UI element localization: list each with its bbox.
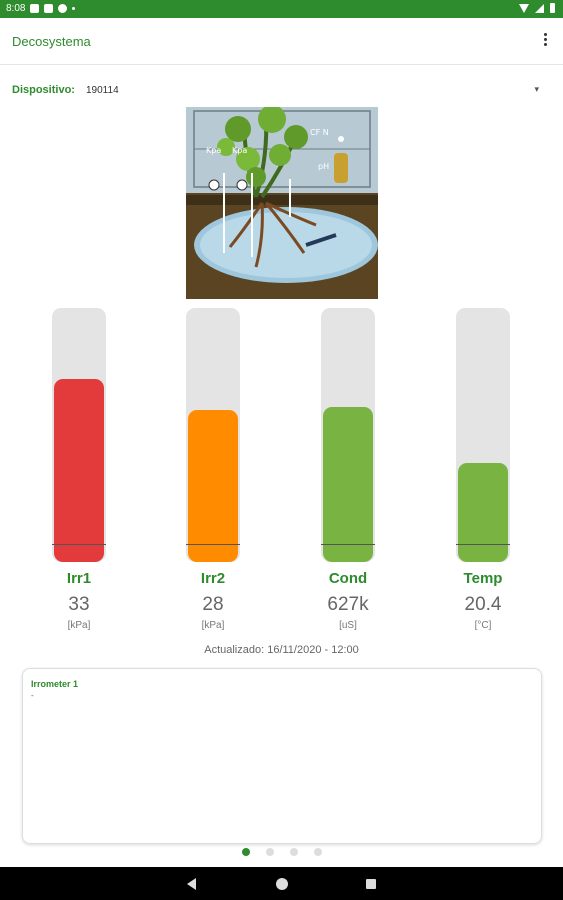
gauge-label: Irr1 [66, 570, 92, 587]
gauge-unit: [°C] [474, 620, 492, 631]
page-indicator [0, 848, 563, 856]
gauge-baseline [186, 544, 240, 545]
gauge-value: 33 [68, 594, 90, 615]
app-bar: Decosystema [0, 18, 563, 65]
wifi-icon [519, 3, 529, 13]
ph-label: pH [318, 162, 329, 171]
gauge-track [186, 308, 240, 562]
notification-icon [44, 4, 54, 13]
app-title: Decosystema [12, 34, 91, 49]
device-value[interactable]: 190114 [86, 85, 119, 96]
gauge-fill [54, 379, 104, 562]
gauge-unit: [uS] [339, 620, 357, 631]
gauge-fill [323, 407, 373, 562]
recents-icon[interactable] [366, 879, 376, 889]
gauge-label: Irr2 [200, 570, 226, 587]
cf-label: CF N [310, 128, 329, 137]
page-dot[interactable] [289, 848, 298, 856]
kpa-label: Kpa [206, 146, 221, 155]
battery-icon [550, 3, 555, 13]
notification-icon [30, 4, 40, 13]
gauge-temp[interactable]: Temp 20.4 [°C] [432, 308, 542, 648]
status-time: 8:08 [6, 3, 26, 14]
soil-sensor-illustration: Kpa Kpa CF N pH [186, 107, 378, 299]
notification-icon [58, 4, 68, 13]
gauge-track [456, 308, 510, 562]
notification-icon [72, 7, 76, 10]
gauge-label: Cond [328, 570, 368, 587]
page-dot[interactable] [265, 848, 274, 856]
home-icon[interactable] [276, 878, 288, 890]
gauge-label: Temp [463, 570, 503, 587]
gauge-value: 20.4 [464, 594, 502, 615]
gauge-fill [188, 410, 238, 562]
gauge-fill [458, 463, 508, 562]
gauge-irr2[interactable]: Irr2 28 [kPa] [162, 308, 272, 648]
gauge-unit: [kPa] [67, 620, 91, 631]
page-dot[interactable] [241, 848, 250, 856]
page-dot[interactable] [313, 848, 322, 856]
kpa-label: Kpa [232, 146, 247, 155]
gauge-value: 627k [327, 594, 369, 615]
signal-icon [535, 3, 544, 13]
dropdown-arrow-icon[interactable]: ▾ [534, 84, 539, 95]
status-bar: 8:08 [0, 0, 563, 18]
gauge-baseline [52, 544, 106, 545]
gauge-track [52, 308, 106, 562]
gauge-unit: [kPa] [201, 620, 225, 631]
system-nav-bar [0, 867, 563, 900]
gauge-cond[interactable]: Cond 627k [uS] [297, 308, 407, 648]
gauge-baseline [321, 544, 375, 545]
gauge-track [321, 308, 375, 562]
last-updated-text: Actualizado: 16/11/2020 - 12:00 [204, 644, 359, 656]
gauge-irr1[interactable]: Irr1 33 [kPa] [28, 308, 138, 648]
card-title: Irrometer 1 [31, 679, 79, 689]
device-label: Dispositivo: [12, 84, 75, 96]
sensor-card[interactable]: Irrometer 1 - [22, 668, 542, 844]
more-options-icon[interactable] [541, 32, 549, 48]
back-icon[interactable] [187, 878, 196, 890]
card-value: - [31, 691, 34, 700]
gauge-baseline [456, 544, 510, 545]
gauge-value: 28 [202, 594, 224, 615]
